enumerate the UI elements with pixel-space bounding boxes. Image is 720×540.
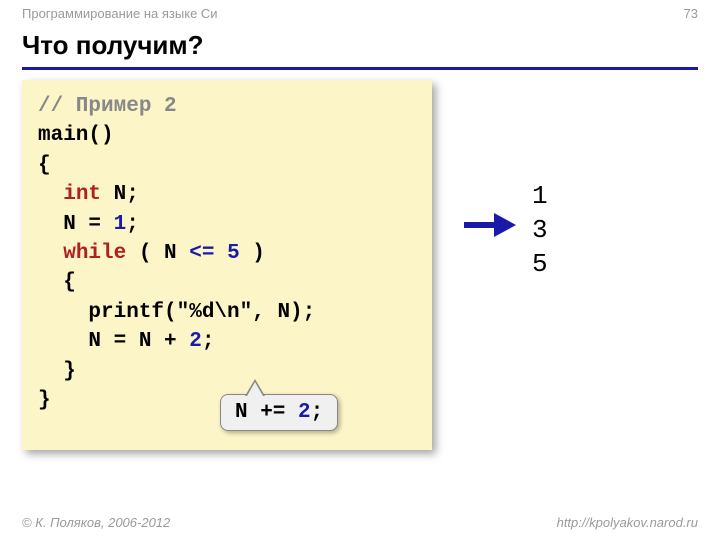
code-line: }: [38, 357, 416, 386]
code-line: {: [38, 151, 416, 180]
page-number: 73: [684, 6, 698, 21]
code-line: {: [38, 268, 416, 297]
callout-shorthand: N += 2;: [220, 394, 338, 431]
literal-2: 2: [189, 330, 202, 353]
literal-1: 1: [114, 213, 127, 236]
code-line: N = N + 2;: [38, 327, 416, 356]
page-title: Что получим?: [22, 30, 698, 61]
literal-2: 2: [298, 401, 311, 424]
footer: © К. Поляков, 2006-2012 http://kpolyakov…: [22, 515, 698, 530]
code-line: printf("%d\n", N);: [38, 298, 416, 327]
code-line: N = 1;: [38, 210, 416, 239]
code-line: int N;: [38, 180, 416, 209]
course-label: Программирование на языке Си: [22, 6, 218, 21]
output-line: 3: [532, 214, 548, 248]
code-comment: // Пример 2: [38, 95, 177, 118]
keyword-int: int: [63, 183, 101, 206]
content-area: // Пример 2 main() { int N; N = 1; while…: [22, 80, 698, 500]
operator-le: <=: [189, 242, 214, 265]
literal-5: 5: [227, 242, 240, 265]
code-line: while ( N <= 5 ): [38, 239, 416, 268]
output-block: 1 3 5: [532, 180, 548, 281]
callout-tail: [247, 382, 263, 396]
topbar: Программирование на языке Си 73: [22, 6, 698, 21]
title-row: Что получим?: [22, 30, 698, 70]
keyword-while: while: [63, 242, 126, 265]
code-line: main(): [38, 121, 416, 150]
output-line: 5: [532, 248, 548, 282]
title-underline: [22, 67, 698, 70]
output-line: 1: [532, 180, 548, 214]
arrow-icon: [462, 210, 516, 240]
footer-url: http://kpolyakov.narod.ru: [557, 515, 698, 530]
slide: Программирование на языке Си 73 Что полу…: [0, 0, 720, 540]
footer-copyright: © К. Поляков, 2006-2012: [22, 515, 170, 530]
